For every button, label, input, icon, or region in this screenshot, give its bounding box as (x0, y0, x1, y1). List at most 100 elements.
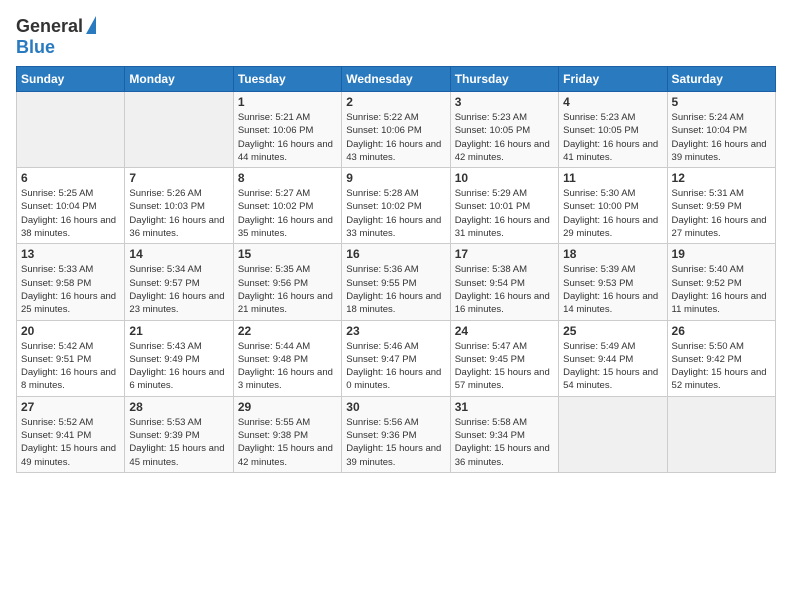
day-info: Sunrise: 5:53 AMSunset: 9:39 PMDaylight:… (129, 417, 224, 468)
day-number: 14 (129, 247, 228, 261)
day-info: Sunrise: 5:28 AMSunset: 10:02 PMDaylight… (346, 188, 441, 239)
calendar-week-row: 27Sunrise: 5:52 AMSunset: 9:41 PMDayligh… (17, 396, 776, 472)
day-number: 15 (238, 247, 337, 261)
day-info: Sunrise: 5:35 AMSunset: 9:56 PMDaylight:… (238, 264, 333, 315)
day-number: 16 (346, 247, 445, 261)
day-number: 22 (238, 324, 337, 338)
day-info: Sunrise: 5:24 AMSunset: 10:04 PMDaylight… (672, 112, 767, 163)
day-info: Sunrise: 5:56 AMSunset: 9:36 PMDaylight:… (346, 417, 441, 468)
calendar-cell (667, 396, 775, 472)
day-number: 23 (346, 324, 445, 338)
weekday-header-row: SundayMondayTuesdayWednesdayThursdayFrid… (17, 67, 776, 92)
day-number: 28 (129, 400, 228, 414)
calendar-cell: 8 Sunrise: 5:27 AMSunset: 10:02 PMDayligh… (233, 168, 341, 244)
calendar-cell: 19Sunrise: 5:40 AMSunset: 9:52 PMDayligh… (667, 244, 775, 320)
day-info: Sunrise: 5:29 AMSunset: 10:01 PMDaylight… (455, 188, 550, 239)
day-number: 5 (672, 95, 771, 109)
calendar-cell: 23 Sunrise: 5:46 AMSunset: 9:47 PMDayligh… (342, 320, 450, 396)
day-info: Sunrise: 5:30 AMSunset: 10:00 PMDaylight… (563, 188, 658, 239)
day-info: Sunrise: 5:25 AMSunset: 10:04 PMDaylight… (21, 188, 116, 239)
calendar-week-row: 20 Sunrise: 5:42 AMSunset: 9:51 PMDayligh… (17, 320, 776, 396)
calendar-cell: 7Sunrise: 5:26 AMSunset: 10:03 PMDayligh… (125, 168, 233, 244)
day-info: Sunrise: 5:27 AMSunset: 10:02 PMDaylight… (238, 188, 333, 239)
day-number: 9 (346, 171, 445, 185)
calendar-cell: 31 Sunrise: 5:58 AMSunset: 9:34 PMDayligh… (450, 396, 558, 472)
day-info: Sunrise: 5:49 AMSunset: 9:44 PMDaylight:… (563, 341, 658, 392)
day-info: Sunrise: 5:21 AMSunset: 10:06 PMDaylight… (238, 112, 333, 163)
day-number: 30 (346, 400, 445, 414)
calendar-cell: 21 Sunrise: 5:43 AMSunset: 9:49 PMDayligh… (125, 320, 233, 396)
calendar-cell: 15 Sunrise: 5:35 AMSunset: 9:56 PMDayligh… (233, 244, 341, 320)
calendar-cell: 29Sunrise: 5:55 AMSunset: 9:38 PMDayligh… (233, 396, 341, 472)
day-number: 1 (238, 95, 337, 109)
day-info: Sunrise: 5:39 AMSunset: 9:53 PMDaylight:… (563, 264, 658, 315)
day-number: 8 (238, 171, 337, 185)
calendar-cell: 3 Sunrise: 5:23 AMSunset: 10:05 PMDayligh… (450, 92, 558, 168)
calendar-cell: 2Sunrise: 5:22 AMSunset: 10:06 PMDayligh… (342, 92, 450, 168)
day-number: 10 (455, 171, 554, 185)
day-number: 2 (346, 95, 445, 109)
day-number: 4 (563, 95, 662, 109)
day-number: 13 (21, 247, 120, 261)
calendar-cell: 10 Sunrise: 5:29 AMSunset: 10:01 PMDaylig… (450, 168, 558, 244)
calendar-cell: 17 Sunrise: 5:38 AMSunset: 9:54 PMDayligh… (450, 244, 558, 320)
calendar-cell (125, 92, 233, 168)
day-number: 6 (21, 171, 120, 185)
weekday-header: Sunday (17, 67, 125, 92)
logo-icon (86, 16, 96, 34)
calendar-week-row: 13Sunrise: 5:33 AMSunset: 9:58 PMDayligh… (17, 244, 776, 320)
logo-general-text: General (16, 16, 83, 37)
day-info: Sunrise: 5:36 AMSunset: 9:55 PMDaylight:… (346, 264, 441, 315)
day-info: Sunrise: 5:23 AMSunset: 10:05 PMDaylight… (455, 112, 550, 163)
day-number: 24 (455, 324, 554, 338)
day-number: 31 (455, 400, 554, 414)
day-info: Sunrise: 5:46 AMSunset: 9:47 PMDaylight:… (346, 341, 441, 392)
day-number: 26 (672, 324, 771, 338)
calendar-cell: 13Sunrise: 5:33 AMSunset: 9:58 PMDayligh… (17, 244, 125, 320)
day-number: 11 (563, 171, 662, 185)
calendar-table: SundayMondayTuesdayWednesdayThursdayFrid… (16, 66, 776, 473)
day-info: Sunrise: 5:58 AMSunset: 9:34 PMDaylight:… (455, 417, 550, 468)
calendar-cell: 28 Sunrise: 5:53 AMSunset: 9:39 PMDayligh… (125, 396, 233, 472)
calendar-cell: 1 Sunrise: 5:21 AMSunset: 10:06 PMDayligh… (233, 92, 341, 168)
day-number: 21 (129, 324, 228, 338)
calendar-cell: 5 Sunrise: 5:24 AMSunset: 10:04 PMDayligh… (667, 92, 775, 168)
page-header: General Blue (16, 16, 776, 58)
weekday-header: Monday (125, 67, 233, 92)
day-info: Sunrise: 5:50 AMSunset: 9:42 PMDaylight:… (672, 341, 767, 392)
weekday-header: Wednesday (342, 67, 450, 92)
logo: General Blue (16, 16, 96, 58)
calendar-cell: 14 Sunrise: 5:34 AMSunset: 9:57 PMDayligh… (125, 244, 233, 320)
day-number: 18 (563, 247, 662, 261)
calendar-cell: 9 Sunrise: 5:28 AMSunset: 10:02 PMDayligh… (342, 168, 450, 244)
day-number: 17 (455, 247, 554, 261)
calendar-cell: 6 Sunrise: 5:25 AMSunset: 10:04 PMDayligh… (17, 168, 125, 244)
calendar-week-row: 6 Sunrise: 5:25 AMSunset: 10:04 PMDayligh… (17, 168, 776, 244)
calendar-cell: 11 Sunrise: 5:30 AMSunset: 10:00 PMDaylig… (559, 168, 667, 244)
weekday-header: Saturday (667, 67, 775, 92)
calendar-cell: 30 Sunrise: 5:56 AMSunset: 9:36 PMDayligh… (342, 396, 450, 472)
calendar-cell: 26 Sunrise: 5:50 AMSunset: 9:42 PMDayligh… (667, 320, 775, 396)
day-number: 25 (563, 324, 662, 338)
day-info: Sunrise: 5:55 AMSunset: 9:38 PMDaylight:… (238, 417, 333, 468)
day-info: Sunrise: 5:38 AMSunset: 9:54 PMDaylight:… (455, 264, 550, 315)
calendar-cell: 20 Sunrise: 5:42 AMSunset: 9:51 PMDayligh… (17, 320, 125, 396)
calendar-cell (559, 396, 667, 472)
day-info: Sunrise: 5:31 AMSunset: 9:59 PMDaylight:… (672, 188, 767, 239)
calendar-cell: 27Sunrise: 5:52 AMSunset: 9:41 PMDayligh… (17, 396, 125, 472)
day-number: 20 (21, 324, 120, 338)
day-info: Sunrise: 5:42 AMSunset: 9:51 PMDaylight:… (21, 341, 116, 392)
weekday-header: Friday (559, 67, 667, 92)
calendar-cell: 24Sunrise: 5:47 AMSunset: 9:45 PMDayligh… (450, 320, 558, 396)
day-number: 12 (672, 171, 771, 185)
calendar-cell: 16 Sunrise: 5:36 AMSunset: 9:55 PMDayligh… (342, 244, 450, 320)
day-info: Sunrise: 5:43 AMSunset: 9:49 PMDaylight:… (129, 341, 224, 392)
calendar-cell: 25 Sunrise: 5:49 AMSunset: 9:44 PMDayligh… (559, 320, 667, 396)
day-number: 3 (455, 95, 554, 109)
day-number: 27 (21, 400, 120, 414)
calendar-cell: 18 Sunrise: 5:39 AMSunset: 9:53 PMDayligh… (559, 244, 667, 320)
day-number: 7 (129, 171, 228, 185)
day-info: Sunrise: 5:40 AMSunset: 9:52 PMDaylight:… (672, 264, 767, 315)
day-info: Sunrise: 5:34 AMSunset: 9:57 PMDaylight:… (129, 264, 224, 315)
logo-blue-text: Blue (16, 37, 55, 58)
